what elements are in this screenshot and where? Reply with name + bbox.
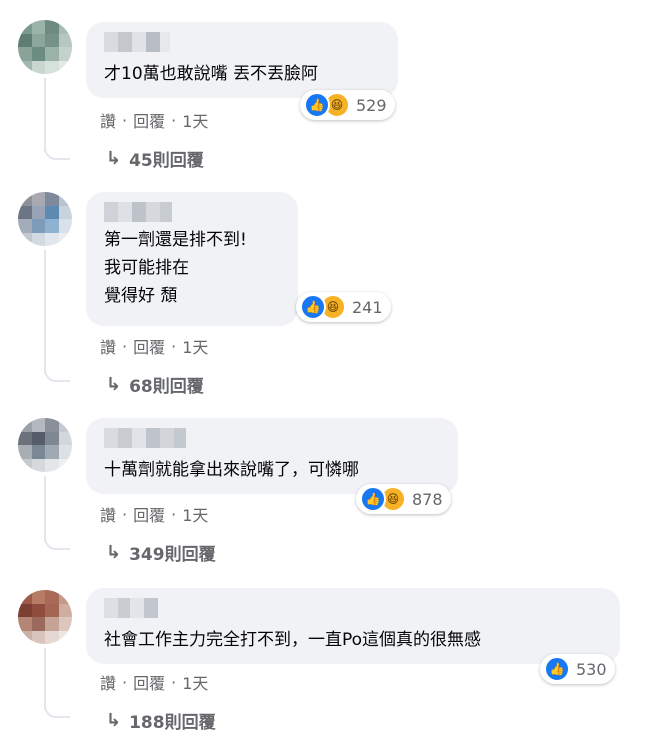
commenter-name-blurred[interactable]	[104, 202, 172, 222]
thread-elbow	[44, 368, 70, 382]
separator: ·	[122, 336, 128, 356]
thread-line	[44, 476, 46, 542]
separator: ·	[122, 672, 128, 692]
commenter-name-blurred[interactable]	[104, 32, 170, 52]
comment-actions: 讚 · 回覆 · 1天	[100, 334, 208, 358]
reply-button[interactable]: 回覆	[133, 670, 165, 694]
comment-actions: 讚 · 回覆 · 1天	[100, 502, 208, 526]
reply-arrow-icon: ↳	[106, 542, 122, 563]
separator: ·	[171, 110, 177, 130]
commenter-name-blurred[interactable]	[104, 428, 186, 448]
commenter-name-blurred[interactable]	[104, 598, 158, 618]
separator: ·	[122, 110, 128, 130]
comment-bubble: 十萬劑就能拿出來說嘴了，可憐哪	[86, 418, 458, 494]
timestamp[interactable]: 1天	[182, 502, 208, 526]
avatar[interactable]	[18, 590, 72, 644]
avatar[interactable]	[18, 418, 72, 472]
view-replies-link[interactable]: ↳ 68則回覆	[106, 372, 204, 397]
comment-bubble: 第一劑還是排不到! 我可能排在 覺得好 頹	[86, 192, 298, 326]
reply-arrow-icon: ↳	[106, 148, 122, 169]
comment-text: 才10萬也敢說嘴 丟不丟臉阿	[104, 64, 319, 84]
thread-elbow	[44, 704, 70, 718]
avatar[interactable]	[18, 20, 72, 74]
timestamp[interactable]: 1天	[182, 108, 208, 132]
reaction-count: 530	[576, 659, 607, 679]
comment-bubble: 社會工作主力完全打不到，一直Po這個真的很無感	[86, 588, 620, 664]
replies-count-label: 45則回覆	[129, 151, 204, 171]
reply-button[interactable]: 回覆	[133, 502, 165, 526]
separator: ·	[171, 504, 177, 524]
reaction-summary[interactable]: 👍 😆 241	[296, 292, 391, 322]
comment-actions: 讚 · 回覆 · 1天	[100, 108, 208, 132]
separator: ·	[122, 504, 128, 524]
view-replies-link[interactable]: ↳ 45則回覆	[106, 146, 204, 171]
comment-bubble: 才10萬也敢說嘴 丟不丟臉阿	[86, 22, 398, 98]
thread-line	[44, 648, 46, 710]
thumbs-up-icon: 👍	[304, 92, 330, 118]
reaction-count: 878	[412, 489, 443, 509]
reply-arrow-icon: ↳	[106, 374, 122, 395]
comment-text: 我可能排在	[104, 258, 189, 278]
comment-text: 十萬劑就能拿出來說嘴了，可憐哪	[104, 460, 359, 480]
comment-text: 第一劑還是排不到!	[104, 230, 247, 250]
like-button[interactable]: 讚	[100, 670, 116, 694]
replies-count-label: 349則回覆	[129, 545, 216, 565]
thumbs-up-icon: 👍	[300, 294, 326, 320]
replies-count-label: 68則回覆	[129, 377, 204, 397]
reply-button[interactable]: 回覆	[133, 108, 165, 132]
timestamp[interactable]: 1天	[182, 670, 208, 694]
view-replies-link[interactable]: ↳ 349則回覆	[106, 540, 216, 565]
like-button[interactable]: 讚	[100, 502, 116, 526]
comment-actions: 讚 · 回覆 · 1天	[100, 670, 208, 694]
comment-text: 覺得好 頹	[104, 286, 178, 306]
like-button[interactable]: 讚	[100, 108, 116, 132]
view-replies-link[interactable]: ↳ 188則回覆	[106, 708, 216, 733]
reaction-summary[interactable]: 👍 😆 878	[356, 484, 451, 514]
thread-elbow	[44, 146, 70, 160]
reply-button[interactable]: 回覆	[133, 334, 165, 358]
timestamp[interactable]: 1天	[182, 334, 208, 358]
reaction-count: 529	[356, 95, 387, 115]
separator: ·	[171, 672, 177, 692]
thread-line	[44, 78, 46, 152]
reaction-count: 241	[352, 297, 383, 317]
thumbs-up-icon: 👍	[544, 656, 570, 682]
reply-arrow-icon: ↳	[106, 710, 122, 731]
like-button[interactable]: 讚	[100, 334, 116, 358]
separator: ·	[171, 336, 177, 356]
thread-elbow	[44, 536, 70, 550]
comment-item: 才10萬也敢說嘴 丟不丟臉阿 👍 😆 529 讚 · 回覆 · 1天 ↳ 45則…	[0, 0, 656, 180]
thumbs-up-icon: 👍	[360, 486, 386, 512]
comment-text: 社會工作主力完全打不到，一直Po這個真的很無感	[104, 630, 482, 650]
reaction-summary[interactable]: 👍 😆 529	[300, 90, 395, 120]
reaction-summary[interactable]: 👍 530	[540, 654, 615, 684]
replies-count-label: 188則回覆	[129, 713, 216, 733]
avatar[interactable]	[18, 192, 72, 246]
thread-line	[44, 250, 46, 374]
